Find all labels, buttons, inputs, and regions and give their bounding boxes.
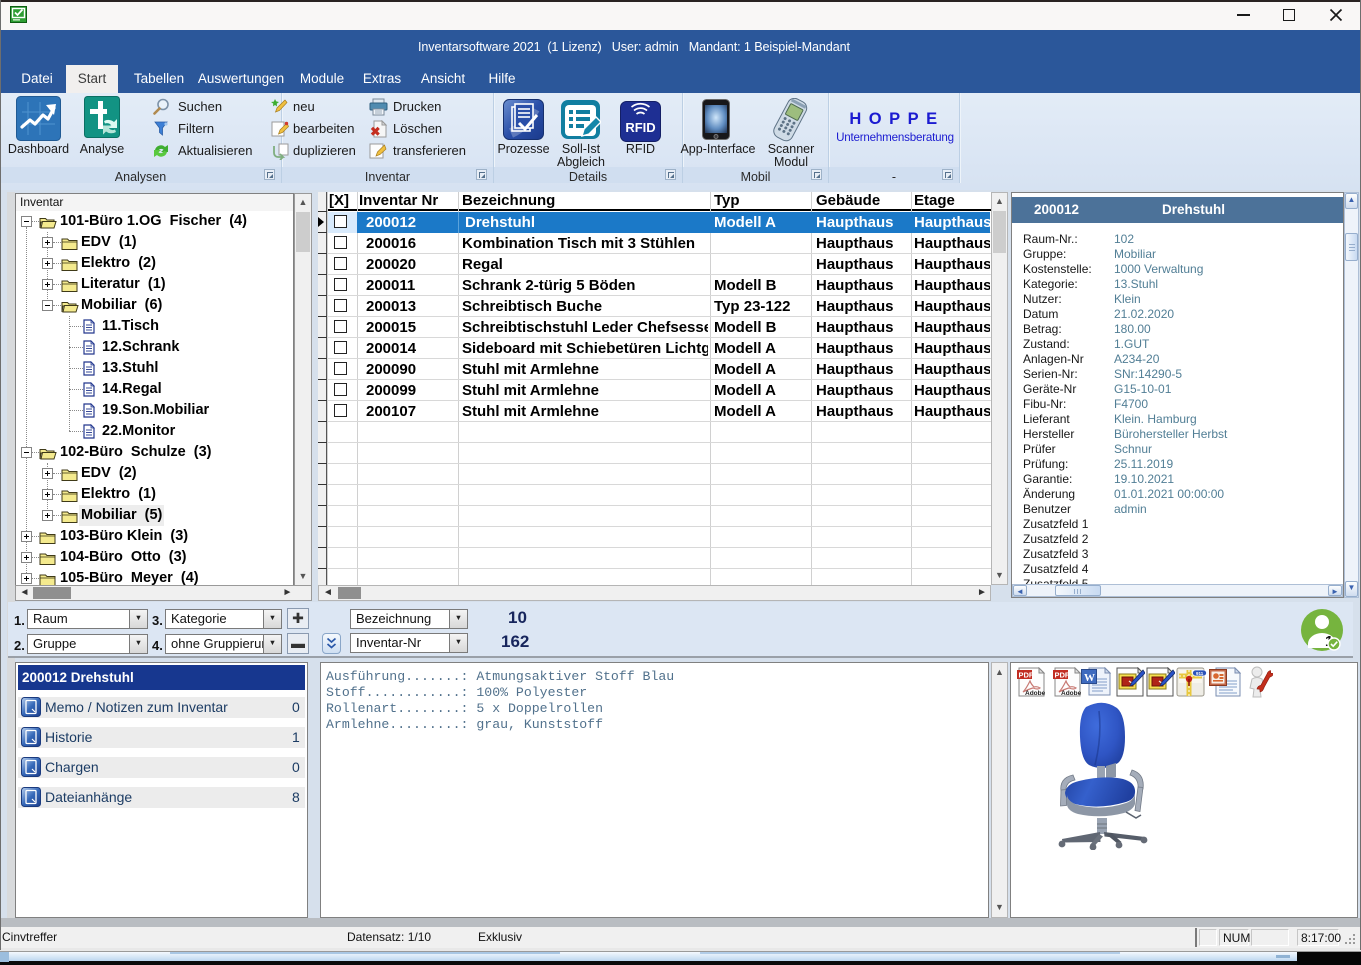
- svg-text:W: W: [1084, 672, 1095, 684]
- svg-text:911: 911: [1196, 671, 1204, 676]
- svg-text:Adobe: Adobe: [1025, 690, 1046, 697]
- svg-text:Adobe: Adobe: [1061, 690, 1082, 697]
- svg-text:PDF: PDF: [1055, 671, 1070, 680]
- svg-text:RFID: RFID: [625, 120, 655, 135]
- svg-text:PDF: PDF: [1019, 671, 1034, 680]
